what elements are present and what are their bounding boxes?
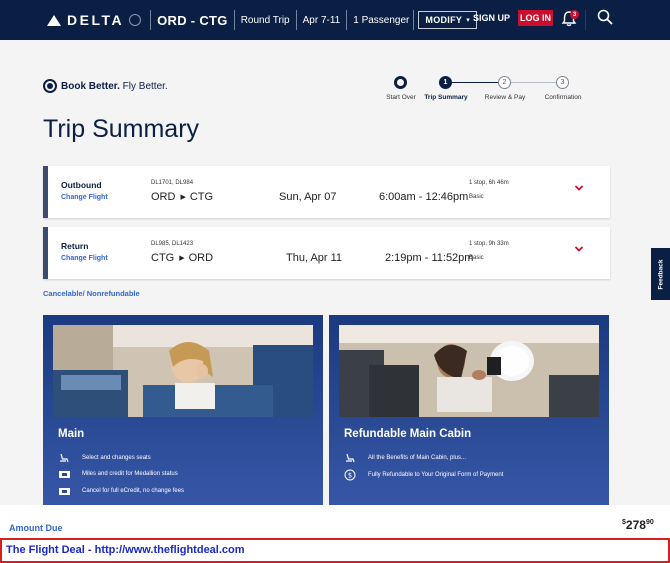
- fare-feature: All the Benefits of Main Cabin, plus...: [344, 453, 466, 463]
- tagline-rest: Fly Better.: [119, 80, 168, 92]
- ticket-icon: [59, 471, 70, 478]
- fare-feature: $ Fully Refundable to Your Original Form…: [344, 469, 503, 481]
- fare-class: Basic: [469, 194, 484, 200]
- header-divider: [585, 10, 586, 30]
- tagline-bold: Book Better.: [61, 80, 120, 92]
- step-start-over[interactable]: Start Over: [386, 94, 416, 101]
- start-over-icon[interactable]: [394, 76, 407, 89]
- destination: CTG: [189, 191, 214, 203]
- feedback-tab[interactable]: Feedback: [651, 248, 670, 300]
- flight-times: 2:19pm - 11:52pm: [385, 252, 474, 264]
- delta-badge-icon: [43, 79, 57, 93]
- cabin-photo-image: [339, 325, 599, 417]
- header-divider: [413, 10, 415, 30]
- notification-badge: 3: [570, 10, 579, 19]
- destination: ORD: [188, 252, 214, 264]
- signup-link[interactable]: SIGN UP: [473, 13, 510, 23]
- step-connector: [507, 82, 563, 83]
- fare-card-main[interactable]: Main Select and changes seats Miles and …: [43, 315, 323, 505]
- flight-stops: 1 stop, 6h 46m: [469, 180, 509, 186]
- header-divider: [233, 10, 235, 30]
- fare-class: Basic: [469, 255, 484, 261]
- step-confirmation: Confirmation: [544, 94, 582, 101]
- step-2-dot: 2: [498, 76, 511, 89]
- passenger-count: 1 Passenger: [353, 14, 410, 26]
- feature-text: All the Benefits of Main Cabin, plus...: [368, 455, 467, 461]
- step-1-dot: 1: [439, 76, 452, 89]
- feature-text: Cancel for full eCredit, no change fees: [82, 488, 185, 494]
- flight-numbers: DL1701, DL984: [151, 180, 194, 186]
- flight-type-label: Outbound: [61, 180, 102, 190]
- fare-feature: Select and changes seats: [58, 453, 151, 463]
- chevron-down-icon[interactable]: [574, 244, 584, 254]
- delta-triangle-icon: [47, 14, 61, 26]
- flight-numbers: DL985, DL1423: [151, 241, 194, 247]
- delta-logo[interactable]: DELTA: [47, 12, 142, 28]
- svg-text:$: $: [348, 472, 352, 480]
- skyteam-seal-icon: [129, 14, 142, 26]
- chevron-down-icon: ▾: [466, 17, 471, 24]
- flight-times: 6:00am - 12:46pm: [379, 191, 469, 203]
- brand-tagline: Book Better. Fly Better.: [43, 79, 168, 93]
- fare-feature: Miles and credit for Medallion status: [58, 469, 178, 479]
- flight-stops: 1 stop, 9h 33m: [469, 241, 509, 247]
- amount-cents: 90: [645, 519, 654, 526]
- flight-route: CTG ▶ ORD: [151, 252, 213, 264]
- cabin-photo-image: [53, 325, 313, 417]
- seat-icon: [60, 453, 69, 463]
- arrow-right-icon: ▶: [179, 255, 185, 262]
- arrow-right-icon: ▶: [180, 194, 186, 201]
- feature-text: Miles and credit for Medallion status: [82, 471, 178, 477]
- outbound-flight-card[interactable]: Outbound Change Flight DL1701, DL984 ORD…: [43, 166, 610, 218]
- return-flight-card[interactable]: Return Change Flight DL985, DL1423 CTG ▶…: [43, 227, 610, 279]
- ticket-icon: [59, 488, 70, 495]
- feedback-label: Feedback: [657, 259, 664, 289]
- step-3-dot: 3: [556, 76, 569, 89]
- login-button[interactable]: LOG IN: [518, 10, 553, 26]
- header-divider: [295, 10, 297, 30]
- flight-date: Thu, Apr 11: [286, 252, 343, 264]
- search-icon[interactable]: [597, 9, 613, 25]
- fare-name: Refundable Main Cabin: [344, 428, 472, 440]
- chevron-down-icon[interactable]: [574, 183, 584, 193]
- page-title: Trip Summary: [43, 115, 200, 143]
- trip-type: Round Trip: [240, 14, 290, 26]
- change-flight-link[interactable]: Change Flight: [61, 194, 108, 201]
- trip-dates: Apr 7-11: [302, 14, 341, 26]
- cancel-policy-link[interactable]: Cancelable/ Nonrefundable: [43, 289, 140, 298]
- progress-steps: 1 2 3 Start Over Trip Summary Review & P…: [380, 74, 610, 104]
- feature-text: Select and changes seats: [82, 455, 151, 461]
- seat-icon: [346, 453, 355, 463]
- feature-text: Fully Refundable to Your Original Form o…: [368, 472, 504, 478]
- step-trip-summary: Trip Summary: [424, 94, 468, 101]
- fare-name: Main: [58, 428, 85, 440]
- watermark-banner: The Flight Deal - http://www.theflightde…: [0, 538, 670, 563]
- fare-card-refundable-main[interactable]: Refundable Main Cabin All the Benefits o…: [329, 315, 609, 505]
- logo-text: DELTA: [67, 12, 125, 28]
- origin: ORD: [151, 191, 176, 203]
- dollar-icon: $: [344, 469, 356, 481]
- amount-due-value: $27890: [622, 518, 654, 532]
- amount-dollars: 278: [625, 518, 646, 532]
- header-divider: [346, 10, 348, 30]
- flight-type-label: Return: [61, 241, 89, 251]
- main-cabin-photo: [53, 325, 313, 417]
- fare-feature: Cancel for full eCredit, no change fees: [58, 486, 184, 496]
- refundable-cabin-photo: [339, 325, 599, 417]
- change-flight-link[interactable]: Change Flight: [61, 255, 108, 262]
- flight-route: ORD ▶ CTG: [151, 191, 213, 203]
- header-divider: [150, 10, 152, 30]
- flight-date: Sun, Apr 07: [279, 191, 337, 203]
- step-review-pay: Review & Pay: [484, 94, 526, 101]
- origin: CTG: [151, 252, 175, 264]
- modify-label: MODIFY: [425, 15, 463, 25]
- trip-route: ORD - CTG: [157, 12, 228, 28]
- modify-button[interactable]: MODIFY ▾: [418, 11, 478, 29]
- amount-due-label: Amount Due: [9, 523, 63, 533]
